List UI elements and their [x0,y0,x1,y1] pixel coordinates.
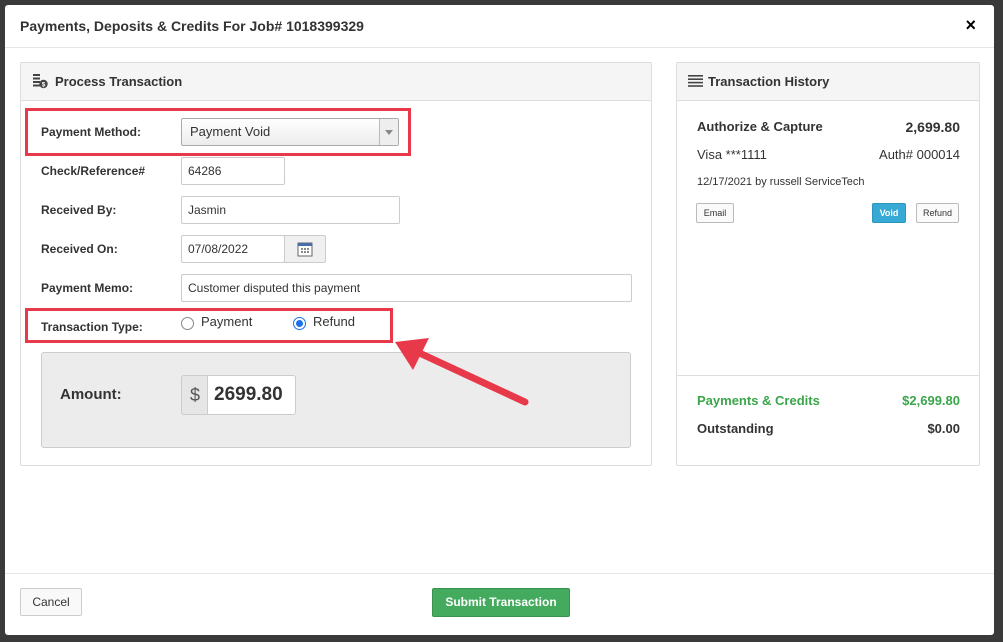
transaction-history-panel: Transaction History Authorize & Capture … [676,62,980,466]
submit-transaction-button[interactable]: Submit Transaction [432,588,570,617]
svg-text:$: $ [42,82,46,89]
cancel-button[interactable]: Cancel [20,588,82,616]
history-entry-date: 12/17/2021 by russell ServiceTech [697,176,865,188]
outstanding-label: Outstanding [697,421,774,436]
received-by-label: Received By: [41,203,117,217]
history-entry-auth: Auth# 000014 [879,147,960,162]
history-summary: Payments & Credits $2,699.80 Outstanding… [677,375,979,436]
amount-input[interactable]: 2699.80 [207,375,296,415]
list-icon [688,75,703,87]
received-by-input[interactable]: Jasmin [181,196,400,224]
process-panel-title: Process Transaction [55,74,183,89]
payment-method-select[interactable]: Payment Void [181,118,399,146]
void-button[interactable]: Void [872,203,906,223]
amount-section: Amount: $ 2699.80 [41,352,631,448]
payment-radio-label[interactable]: Payment [201,314,252,329]
check-reference-label: Check/Reference# [41,164,146,178]
currency-addon: $ [181,375,208,415]
calendar-button[interactable] [284,235,326,263]
coins-icon: $ [33,74,48,89]
modal-footer: Cancel Submit Transaction [5,573,994,635]
check-reference-input[interactable]: 64286 [181,157,285,185]
calendar-icon [297,242,313,257]
process-transaction-panel: $ Process Transaction Payment Method: Pa… [20,62,652,466]
modal-title: Payments, Deposits & Credits For Job# 10… [20,18,364,34]
transaction-type-label: Transaction Type: [41,320,143,334]
process-panel-heading: $ Process Transaction [21,63,651,101]
payments-credits-label: Payments & Credits [697,393,820,408]
outstanding-value: $0.00 [927,421,960,436]
amount-label: Amount: [60,386,122,403]
history-panel-title: Transaction History [708,74,830,89]
payment-memo-label: Payment Memo: [41,281,134,295]
payment-radio[interactable] [181,317,194,330]
payment-memo-input[interactable]: Customer disputed this payment [181,274,632,302]
refund-radio-label[interactable]: Refund [313,314,355,329]
chevron-down-icon [379,119,398,145]
close-button[interactable]: × [965,15,976,35]
refund-button[interactable]: Refund [916,203,959,223]
history-entry-type: Authorize & Capture [697,119,823,134]
refund-radio[interactable] [293,317,306,330]
payments-modal: Payments, Deposits & Credits For Job# 10… [5,5,994,635]
email-button[interactable]: Email [696,203,734,223]
payment-method-value: Payment Void [190,124,271,139]
history-entry-amount: 2,699.80 [905,119,961,135]
received-on-label: Received On: [41,242,118,256]
history-panel-heading: Transaction History [677,63,979,101]
payment-method-label: Payment Method: [41,125,142,139]
annotation-arrow [395,338,529,406]
history-entry-card: Visa ***1111 [697,147,767,162]
received-on-input[interactable]: 07/08/2022 [181,235,285,263]
modal-header: Payments, Deposits & Credits For Job# 10… [5,5,994,48]
payments-credits-value: $2,699.80 [902,393,960,408]
